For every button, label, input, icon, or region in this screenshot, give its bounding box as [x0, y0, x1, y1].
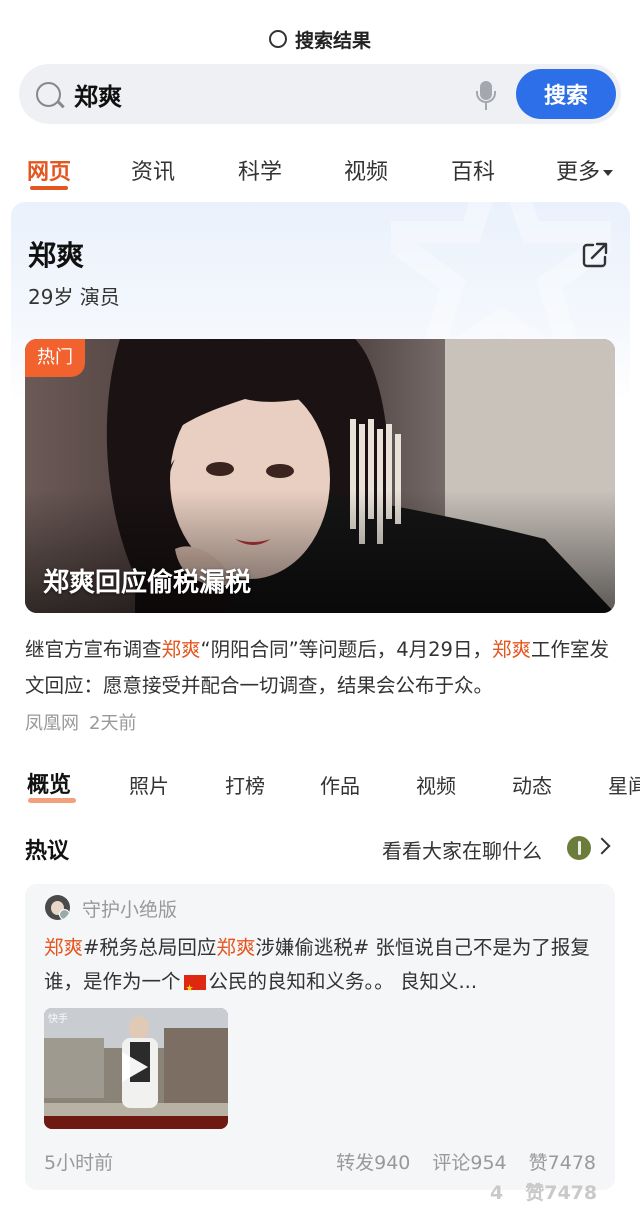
hot-badge: 热门	[25, 339, 85, 377]
entity-description[interactable]: 继官方宣布调查郑爽“阴阳合同”等问题后，4月29日，郑爽工作室发文回应：愿意接受…	[25, 632, 617, 704]
desc-source: 凤凰网 2天前	[25, 709, 136, 735]
post-highlight: 郑爽	[44, 936, 84, 959]
post-text-segment: 公民的良知和义务。。 良知义...	[208, 970, 478, 993]
share-icon[interactable]	[580, 240, 610, 270]
entity-sub-tabs: 概览 照片 打榜 作品 视频 动态 星闻	[0, 760, 640, 806]
avatar[interactable]	[45, 895, 70, 920]
discussion-link[interactable]: 看看大家在聊什么	[382, 835, 542, 864]
top-bar: 搜索结果	[0, 0, 640, 62]
entity-meta: 29岁 演员	[28, 285, 120, 309]
search-results-icon	[268, 30, 287, 48]
tab-web[interactable]: 网页	[27, 154, 71, 186]
star-watermark-icon	[391, 202, 611, 342]
tab-baike[interactable]: 百科	[451, 154, 495, 186]
post-video-thumbnail[interactable]: 快手	[44, 1008, 228, 1129]
nav-tabs: 网页 资讯 科学 视频 百科 更多	[0, 148, 640, 194]
search-button[interactable]: 搜索	[516, 69, 616, 119]
source-time: 2天前	[89, 713, 137, 734]
tab-news[interactable]: 资讯	[131, 154, 175, 186]
post-text-segment: #税务总局回应	[83, 936, 217, 959]
tab-science[interactable]: 科学	[238, 154, 282, 186]
desc-text: “阴阳合同”等问题后，4月29日，	[200, 638, 492, 661]
subtab-updates[interactable]: 动态	[512, 770, 552, 799]
subtab-ranking[interactable]: 打榜	[225, 770, 265, 799]
active-tab-indicator	[30, 186, 68, 190]
subtab-works[interactable]: 作品	[320, 770, 360, 799]
tab-video[interactable]: 视频	[344, 154, 388, 186]
entity-name: 郑爽	[28, 239, 85, 272]
ghost-likes: 赞7478	[525, 1182, 598, 1204]
like-count[interactable]: 赞7478	[529, 1152, 596, 1174]
discussion-title: 热议	[25, 839, 70, 864]
page-title: 搜索结果	[294, 29, 371, 52]
post-stats: 转发940 评论954 赞7478	[336, 1148, 596, 1175]
desc-highlight: 郑爽	[161, 638, 201, 661]
tab-more[interactable]: 更多	[556, 154, 614, 186]
search-bar: 搜索	[19, 64, 621, 124]
caret-down-icon	[603, 170, 614, 176]
hero-title[interactable]: 郑爽回应偷税漏税	[43, 562, 251, 599]
discussion-post[interactable]: 守护小绝版 郑爽#税务总局回应郑爽涉嫌偷逃税# 张恒说自己不是为了报复谁，是作为…	[25, 884, 615, 1190]
subtab-videos[interactable]: 视频	[416, 770, 456, 799]
post-text[interactable]: 郑爽#税务总局回应郑爽涉嫌偷逃税# 张恒说自己不是为了报复谁，是作为一个公民的良…	[44, 931, 604, 999]
comment-count[interactable]: 评论954	[432, 1152, 506, 1174]
tab-more-label: 更多	[556, 160, 601, 185]
repost-count[interactable]: 转发940	[336, 1152, 410, 1174]
play-icon[interactable]	[122, 1052, 148, 1082]
desc-highlight: 郑爽	[491, 638, 531, 661]
desc-text: 继官方宣布调查	[25, 638, 162, 661]
discussion-avatar-icon	[567, 836, 591, 860]
subtab-photos[interactable]: 照片	[129, 770, 169, 799]
post-highlight: 郑爽	[216, 936, 256, 959]
video-source-label: 快手	[48, 1014, 68, 1025]
china-flag-icon	[183, 972, 206, 999]
search-icon	[36, 82, 61, 107]
ghost-overlay: 4 赞7478	[490, 1178, 597, 1205]
post-time: 5小时前	[44, 1152, 114, 1174]
subtab-star-news[interactable]: 星闻	[608, 770, 640, 799]
ghost-count: 4	[490, 1182, 504, 1204]
microphone-icon[interactable]	[474, 81, 498, 111]
verified-badge-icon	[59, 909, 70, 920]
subtab-overview[interactable]: 概览	[27, 767, 71, 799]
search-input[interactable]	[74, 76, 454, 112]
chevron-right-icon[interactable]	[593, 837, 611, 855]
source-name[interactable]: 凤凰网	[25, 713, 79, 734]
post-author[interactable]: 守护小绝版	[82, 895, 177, 922]
